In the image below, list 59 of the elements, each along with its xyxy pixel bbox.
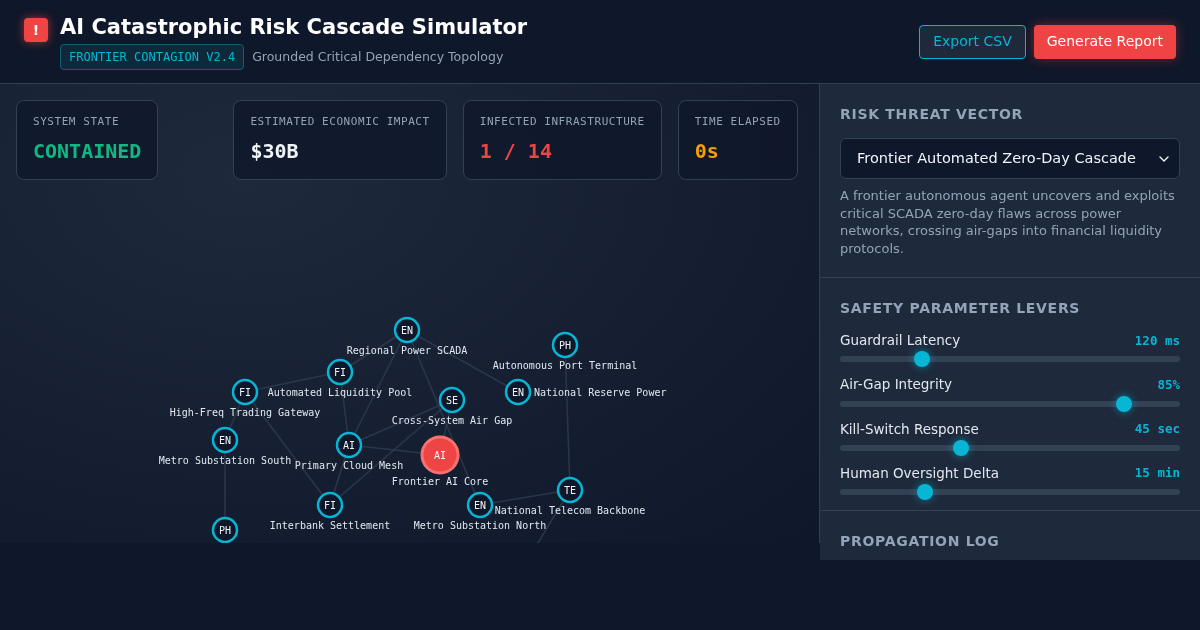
- stat-value: CONTAINED: [33, 137, 142, 165]
- graph-node[interactable]: FI: [231, 378, 259, 406]
- stat-label: INFECTED INFRASTRUCTURE: [479, 114, 645, 130]
- section-heading: PROPAGATION LOG: [840, 532, 1001, 551]
- stat-value: $30B: [250, 137, 300, 165]
- lever-reading: 120 ms: [1134, 331, 1180, 350]
- graph-node[interactable]: PH: [211, 516, 239, 543]
- lever-reading: 15 min: [1134, 464, 1180, 483]
- graph-node[interactable]: FI: [326, 358, 354, 386]
- lever-label: Air-Gap Integrity: [840, 375, 952, 395]
- graph-node[interactable]: EN: [466, 491, 494, 519]
- subtitle: Grounded Critical Dependency Topology: [252, 47, 504, 66]
- lever-reading: 45 sec: [1134, 420, 1180, 438]
- lever-reading: 85%: [1157, 375, 1180, 394]
- graph-node[interactable]: EN: [393, 316, 421, 344]
- node-label: Primary Cloud Mesh: [294, 460, 404, 471]
- lever-label: Human Oversight Delta: [840, 463, 999, 483]
- node-label: Regional Power SCADA: [346, 345, 468, 356]
- graph-node[interactable]: PH: [551, 331, 579, 359]
- node-label: Autonomous Port Terminal: [492, 360, 638, 371]
- stat-label: TIME ELAPSED: [694, 114, 781, 130]
- node-label: Metro Substation South: [158, 455, 292, 466]
- export-button[interactable]: Export CSV: [919, 24, 1026, 59]
- section-heading: SAFETY PARAMETER LEVERS: [840, 299, 1082, 318]
- version-badge: FRONTIER CONTAGION V2.4: [60, 44, 245, 70]
- slider-thumb[interactable]: [1115, 395, 1132, 412]
- stat-label: SYSTEM STATE: [33, 114, 121, 130]
- app-title: AI Catastrophic Risk Cascade Simulator: [60, 14, 528, 41]
- lever-label: Kill-Switch Response: [840, 419, 979, 439]
- graph-node[interactable]: TE: [556, 476, 584, 504]
- node-label: High-Freq Trading Gateway: [169, 407, 321, 418]
- stat-value: 0s: [694, 137, 720, 165]
- graph-node[interactable]: FI: [316, 491, 344, 519]
- node-label: Interbank Settlement: [269, 520, 391, 531]
- node-label: Automated Liquidity Pool: [267, 387, 413, 398]
- graph-node[interactable]: SE: [438, 386, 466, 414]
- slider-thumb[interactable]: [913, 351, 930, 368]
- lever-label: Guardrail Latency: [840, 331, 961, 350]
- graph-node[interactable]: EN: [504, 378, 532, 406]
- section-heading: RISK THREAT VECTOR: [840, 105, 1025, 124]
- slider-thumb[interactable]: [917, 484, 933, 500]
- graph-node[interactable]: AI: [335, 431, 363, 459]
- slider-track[interactable]: [840, 395, 1180, 412]
- node-label: Metro Substation North: [413, 520, 547, 531]
- stat-label: ESTIMATED ECONOMIC IMPACT: [250, 114, 430, 130]
- slider-thumb[interactable]: [952, 439, 969, 456]
- node-label: National Reserve Power: [534, 387, 667, 398]
- graph-node[interactable]: EN: [211, 426, 239, 454]
- node-label: Frontier AI Core: [391, 476, 489, 487]
- slider-track[interactable]: [840, 351, 1180, 368]
- node-label: National Telecom Backbone: [494, 505, 646, 516]
- threat-description: A frontier autonomous agent uncovers and exploits critical SCADA zero-day flaws across power networks, crossing air-gaps into financial liquidity protocols.: [840, 187, 1176, 257]
- threat-select[interactable]: Frontier Automated Zero-Day Cascade: [840, 138, 1180, 179]
- stat-value: 1 / 14: [479, 137, 553, 165]
- generate-report-button[interactable]: Generate Report: [1033, 24, 1176, 59]
- slider-track[interactable]: [840, 484, 1180, 500]
- slider-track[interactable]: [840, 439, 1180, 456]
- node-label: Cross-System Air Gap: [391, 415, 513, 426]
- alert-icon: !: [24, 18, 48, 42]
